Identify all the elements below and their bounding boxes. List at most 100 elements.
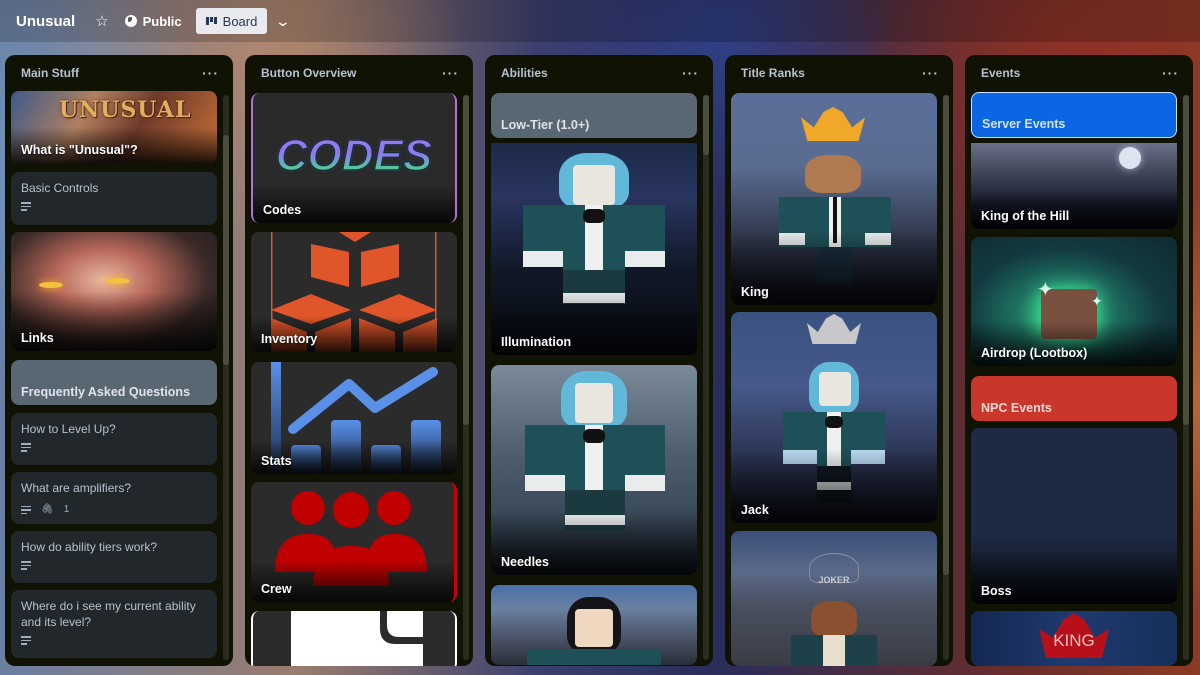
card-current-ability[interactable]: Where do i see my current ability and it…: [11, 590, 217, 658]
globe-icon: [124, 15, 137, 27]
list-title[interactable]: Button Overview: [261, 66, 356, 80]
card-title: Low-Tier (1.0+): [501, 118, 590, 132]
card-faq[interactable]: Frequently Asked Questions: [11, 360, 217, 405]
card-npc-events[interactable]: NPC Events: [971, 376, 1177, 421]
card-title: Codes: [263, 203, 302, 217]
card-king-of-the-hill[interactable]: King of the Hill: [971, 143, 1177, 229]
cover-text: CODES: [253, 130, 455, 181]
description-icon: [21, 636, 31, 645]
card-joker[interactable]: JOKER: [731, 531, 937, 666]
list-title[interactable]: Events: [981, 66, 1020, 80]
card-links[interactable]: Links: [11, 232, 217, 351]
attachment-icon: 🖇: [41, 504, 54, 515]
card-title: Basic Controls: [21, 181, 99, 195]
more-icon[interactable]: ···: [442, 65, 459, 81]
card-title: How to Level Up?: [21, 422, 116, 436]
list-scrollbar[interactable]: [1183, 95, 1189, 660]
card-codes[interactable]: CODES Codes: [251, 93, 457, 223]
card-title: Jack: [741, 503, 769, 517]
board-title[interactable]: Unusual: [16, 13, 75, 30]
card-title: Links: [21, 331, 54, 345]
card-stats[interactable]: Stats: [251, 362, 457, 474]
list-scrollbar[interactable]: [703, 95, 709, 660]
card-what-is-unusual[interactable]: UNUSUAL What is "Unusual"?: [11, 91, 217, 163]
description-icon: [21, 505, 31, 515]
attachment-count: 1: [63, 504, 70, 515]
list-header: Button Overview ···: [245, 55, 473, 91]
card-inventory[interactable]: Inventory: [251, 232, 457, 352]
card-how-to-level-up[interactable]: How to Level Up?: [11, 413, 217, 465]
card-needles[interactable]: Needles: [491, 365, 697, 575]
list-header: Title Ranks ···: [725, 55, 953, 91]
card-jack[interactable]: Jack: [731, 312, 937, 523]
list-title-ranks: Title Ranks ··· King Jack JOKER: [725, 55, 953, 666]
card-illumination[interactable]: Illumination: [491, 143, 697, 355]
card-ability-tiers[interactable]: How do ability tiers work?: [11, 531, 217, 583]
list-title[interactable]: Main Stuff: [21, 66, 79, 80]
card-amplifiers[interactable]: What are amplifiers? 🖇 1: [11, 472, 217, 524]
moon-icon: [1119, 147, 1141, 169]
more-icon[interactable]: ···: [682, 65, 699, 81]
cover-logo: UNUSUAL: [59, 97, 192, 123]
card-low-tier[interactable]: Low-Tier (1.0+): [491, 93, 697, 138]
card-title: How do ability tiers work?: [21, 540, 158, 554]
card-document[interactable]: [251, 611, 457, 666]
card-title: Needles: [501, 555, 549, 569]
card-title: NPC Events: [981, 401, 1052, 415]
list-events: Events ··· Server Events King of the Hil…: [965, 55, 1193, 666]
card-server-events[interactable]: Server Events: [971, 92, 1177, 138]
character-art: [491, 585, 697, 665]
card-basic-controls[interactable]: Basic Controls: [11, 172, 217, 225]
card-title: Airdrop (Lootbox): [981, 346, 1088, 360]
card-title: Server Events: [982, 117, 1066, 131]
card-title: Where do i see my current ability and it…: [21, 599, 196, 629]
list-scrollbar[interactable]: [463, 95, 469, 660]
card-title: Frequently Asked Questions: [21, 385, 191, 399]
document-icon: [291, 611, 423, 666]
character-art: JOKER: [731, 531, 937, 666]
card-title: Inventory: [261, 332, 318, 346]
list-main-stuff: Main Stuff ··· UNUSUAL What is "Unusual"…: [5, 55, 233, 666]
card-title: King of the Hill: [981, 209, 1070, 223]
list-abilities: Abilities ··· Low-Tier (1.0+) Illuminati…: [485, 55, 713, 666]
rank-label: JOKER: [818, 575, 850, 585]
list-header: Events ···: [965, 55, 1193, 91]
description-icon: [21, 561, 31, 570]
description-icon: [21, 443, 31, 452]
list-header: Main Stuff ···: [5, 55, 233, 91]
card-title: What are amplifiers?: [21, 481, 132, 495]
sparkle-icon: ✦: [1037, 279, 1054, 301]
board-view-label: Board: [222, 13, 258, 29]
board-header: Unusual ☆ Public Board ⌄: [0, 0, 1200, 42]
board-view-button[interactable]: Board: [195, 8, 268, 34]
card-title: King: [741, 285, 769, 299]
star-icon[interactable]: ☆: [95, 12, 108, 30]
list-title[interactable]: Abilities: [501, 66, 548, 80]
more-icon[interactable]: ···: [202, 65, 219, 81]
card-king-banner[interactable]: KING: [971, 611, 1177, 666]
more-icon[interactable]: ···: [1162, 65, 1179, 81]
visibility-label: Public: [142, 13, 182, 29]
card-title: Illumination: [501, 335, 572, 349]
card-boss[interactable]: Boss: [971, 428, 1177, 604]
card-title: Stats: [261, 454, 292, 468]
list-button-overview: Button Overview ··· CODES Codes Inventor…: [245, 55, 473, 666]
chevron-down-icon[interactable]: ⌄: [275, 13, 291, 30]
card-title: Boss: [981, 584, 1012, 598]
list-scrollbar[interactable]: [223, 95, 229, 660]
card-airdrop[interactable]: ✦ ✦ Airdrop (Lootbox): [971, 237, 1177, 366]
card-title: What is "Unusual"?: [21, 143, 138, 157]
more-icon[interactable]: ···: [922, 65, 939, 81]
card-king[interactable]: King: [731, 93, 937, 305]
banner-text: KING: [1053, 631, 1095, 650]
description-icon: [21, 202, 31, 211]
card-crew[interactable]: Crew: [251, 482, 457, 602]
list-header: Abilities ···: [485, 55, 713, 91]
card-title: Crew: [261, 582, 292, 596]
card-ability-next[interactable]: [491, 585, 697, 665]
cover-art: [39, 282, 63, 288]
list-title[interactable]: Title Ranks: [741, 66, 805, 80]
list-scrollbar[interactable]: [943, 95, 949, 660]
board-view-icon: [205, 17, 217, 25]
visibility-button[interactable]: Public: [124, 13, 182, 29]
